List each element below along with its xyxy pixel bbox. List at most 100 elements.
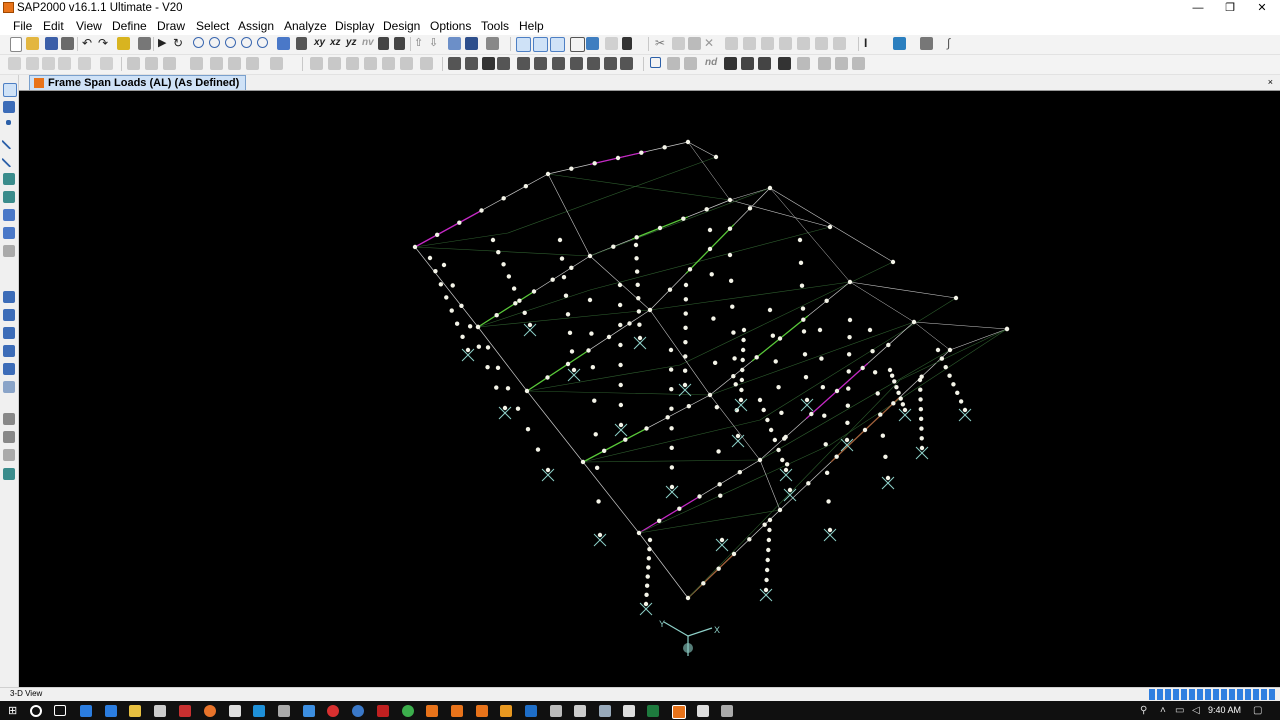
restore-button[interactable]: ❐ — [1216, 0, 1244, 17]
menu-draw[interactable]: Draw — [157, 19, 185, 33]
sap2000-active-taskbar-icon[interactable] — [672, 705, 686, 719]
copy-icon[interactable] — [672, 37, 685, 50]
section-cut-icon[interactable] — [605, 37, 618, 50]
delete-icon[interactable]: ✕ — [704, 37, 717, 50]
app-cloud-taskbar-icon[interactable] — [574, 705, 586, 717]
area-local-axes-icon[interactable] — [420, 57, 433, 70]
assign-springs-icon[interactable] — [58, 57, 71, 70]
undo-icon[interactable]: ↶ — [82, 37, 95, 50]
rotate-3d-icon[interactable]: ↻ — [173, 37, 186, 50]
draw-rect-area-icon[interactable] — [3, 227, 15, 239]
sap2000-taskbar-icon-3[interactable] — [476, 705, 488, 717]
menu-help[interactable]: Help — [519, 19, 544, 33]
mail-taskbar-icon[interactable] — [229, 705, 241, 717]
draw-joint-icon[interactable] — [6, 120, 11, 125]
menu-file[interactable]: File — [13, 19, 32, 33]
new-model-icon[interactable] — [10, 37, 22, 52]
acrobat-taskbar-icon[interactable] — [377, 705, 389, 717]
draw-frame-icon[interactable] — [533, 37, 548, 52]
show-edges-icon[interactable] — [797, 57, 810, 70]
network-tray-icon[interactable]: ▭ — [1175, 705, 1184, 716]
app-stack-taskbar-icon[interactable] — [721, 705, 733, 717]
frame-loads-icon[interactable] — [465, 57, 478, 70]
sap2000-taskbar-icon-1[interactable] — [426, 705, 438, 717]
show-undeformed-icon[interactable] — [465, 37, 478, 50]
chrome-taskbar-icon[interactable] — [402, 705, 414, 717]
grid-icon[interactable] — [570, 37, 585, 52]
app-image-taskbar-icon[interactable] — [550, 705, 562, 717]
frame-local-axes-icon[interactable] — [190, 57, 203, 70]
nd-label-button[interactable]: nd — [705, 57, 717, 68]
cut-icon[interactable]: ✂ — [655, 37, 668, 50]
zoom-window-icon[interactable] — [193, 37, 204, 48]
paste-icon[interactable] — [688, 37, 701, 50]
edge-taskbar-icon[interactable] — [80, 705, 92, 717]
draw-poly-area-icon[interactable] — [3, 209, 15, 221]
minimize-button[interactable]: — — [1184, 0, 1212, 17]
people-tray-icon[interactable]: ⚲ — [1140, 705, 1147, 716]
show-tendon-icon[interactable] — [835, 57, 848, 70]
menu-define[interactable]: Define — [112, 19, 147, 33]
rubber-band-icon[interactable] — [394, 37, 405, 50]
app-red-taskbar-icon[interactable] — [179, 705, 191, 717]
skype-taskbar-icon[interactable] — [253, 705, 265, 717]
menu-select[interactable]: Select — [196, 19, 229, 33]
area-edge-icon[interactable] — [346, 57, 359, 70]
zoom-full-icon[interactable] — [257, 37, 268, 48]
file-explorer-taskbar-icon[interactable] — [129, 705, 141, 717]
nv-view-button[interactable]: nv — [362, 37, 374, 48]
run-analysis-icon[interactable]: ▶ — [158, 37, 171, 50]
frame-end-length-icon[interactable] — [270, 57, 283, 70]
app-blue-taskbar-icon[interactable] — [303, 705, 315, 717]
assign-restraint-icon[interactable] — [26, 57, 39, 70]
set-display-options-icon[interactable] — [448, 37, 461, 50]
close-tab-button[interactable]: × — [1268, 75, 1273, 89]
refresh-pencil-icon[interactable] — [117, 37, 130, 50]
ie-taskbar-icon[interactable] — [105, 705, 117, 717]
assign-support-icon[interactable] — [586, 37, 599, 50]
intersecting-line-icon[interactable] — [3, 345, 15, 357]
windows-start-icon[interactable]: ⊞ — [8, 705, 20, 717]
reshape-icon[interactable] — [550, 37, 565, 52]
app-globe-taskbar-icon[interactable] — [352, 705, 364, 717]
joint-loads-icon[interactable] — [448, 57, 461, 70]
replicate-icon[interactable] — [725, 37, 738, 50]
menu-options[interactable]: Options — [430, 19, 471, 33]
show-fill-icon[interactable] — [778, 57, 791, 70]
join-frames-icon[interactable] — [761, 37, 774, 50]
calculator-taskbar-icon[interactable] — [623, 705, 635, 717]
area-thickness-icon[interactable] — [310, 57, 323, 70]
menu-design[interactable]: Design — [383, 19, 420, 33]
gravity-load-icon[interactable] — [587, 57, 600, 70]
frame-pdelta-icon[interactable] — [228, 57, 241, 70]
taskbar-clock[interactable]: 9:40 AM — [1208, 705, 1241, 715]
opera-taskbar-icon[interactable] — [327, 705, 339, 717]
menu-tools[interactable]: Tools — [481, 19, 509, 33]
store-taskbar-icon[interactable] — [154, 705, 166, 717]
lock-icon[interactable] — [138, 37, 151, 50]
frame-offsets-icon[interactable] — [145, 57, 158, 70]
frame-output-stations-icon[interactable] — [210, 57, 223, 70]
menu-view[interactable]: View — [76, 19, 102, 33]
area-mass-icon[interactable] — [382, 57, 395, 70]
model-viewport-3d[interactable]: XY — [19, 91, 1280, 687]
frame-releases-icon[interactable] — [127, 57, 140, 70]
assign-mass-icon[interactable] — [78, 57, 91, 70]
divide-frames-icon[interactable] — [743, 37, 756, 50]
menu-edit[interactable]: Edit — [43, 19, 64, 33]
show-axes-icon[interactable] — [667, 57, 680, 70]
select-all-icon[interactable] — [3, 291, 15, 303]
perspective-icon[interactable] — [378, 37, 389, 50]
cortana-search-icon[interactable] — [30, 705, 42, 717]
yz-view-button[interactable]: yz — [346, 37, 357, 48]
app-grey-taskbar-icon[interactable] — [278, 705, 290, 717]
close-window-button[interactable]: ✕ — [1248, 0, 1276, 17]
snap-ends-icon[interactable] — [3, 381, 15, 393]
frame-modifiers-icon[interactable] — [163, 57, 176, 70]
show-grid-icon[interactable] — [650, 57, 661, 68]
zoom-in-icon[interactable] — [209, 37, 220, 48]
assign-local-axes-icon[interactable] — [100, 57, 113, 70]
show-deformed-icon[interactable] — [486, 37, 499, 50]
area-material-icon[interactable] — [400, 57, 413, 70]
zoom-previous-icon[interactable] — [241, 37, 252, 48]
